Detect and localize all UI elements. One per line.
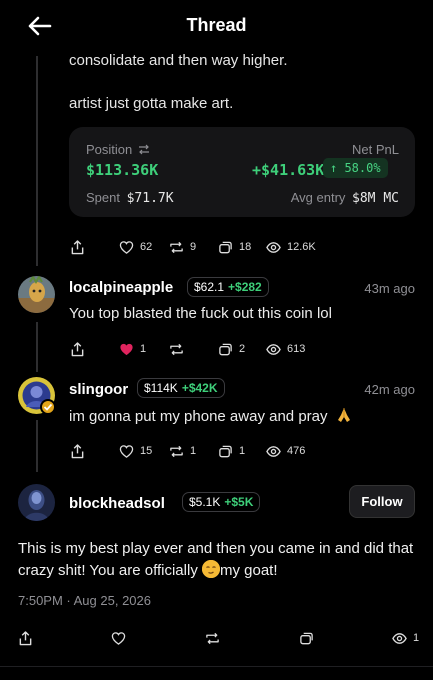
thread-line <box>36 420 38 472</box>
post-timestamp: 7:50PM · Aug 25, 2026 <box>18 593 151 608</box>
heart-icon <box>119 444 134 458</box>
views-button[interactable]: 613 <box>266 339 305 359</box>
like-count: 15 <box>140 445 153 457</box>
position-label: Position <box>86 142 150 157</box>
like-count: 62 <box>140 241 153 253</box>
share-icon <box>19 630 32 645</box>
like-button[interactable]: 15 <box>119 441 152 461</box>
view-count: 12.6K <box>287 241 316 253</box>
quote-button[interactable]: 1 <box>218 441 245 461</box>
heart-filled-icon <box>120 343 133 355</box>
post-text-line: consolidate and then way higher. <box>69 52 288 69</box>
quote-count: 18 <box>239 241 252 253</box>
position-value: $113.36K <box>86 161 159 179</box>
share-button[interactable] <box>70 237 85 257</box>
post-actions: 62 9 18 12.6K <box>69 237 415 257</box>
repost-count: 1 <box>190 445 197 457</box>
username[interactable]: localpineapple <box>69 279 173 296</box>
like-button[interactable]: 1 <box>119 339 146 359</box>
netpnl-value: +$41.63K <box>252 161 325 179</box>
view-count: 476 <box>287 445 306 457</box>
repost-icon <box>170 343 183 355</box>
position-badge[interactable]: $114K +$42K <box>137 378 225 398</box>
quote-count: 1 <box>239 445 246 457</box>
share-button[interactable] <box>70 441 85 461</box>
relieved-face-emoji-icon <box>201 560 220 578</box>
avatar[interactable] <box>18 276 55 313</box>
reply-actions: 1 2 613 <box>69 339 415 359</box>
repost-button[interactable] <box>169 339 190 359</box>
position-badge[interactable]: $5.1K +$5K <box>182 492 261 512</box>
reply-actions: 15 1 1 476 <box>69 441 415 461</box>
reply-text: im gonna put my phone away and pray <box>69 406 353 428</box>
spent-row: Spent $71.7K <box>86 190 174 206</box>
pnl-percent-badge: ↑ 58.0% <box>323 158 388 178</box>
username[interactable]: blockheadsol <box>69 495 165 512</box>
quote-button[interactable]: 18 <box>218 237 251 257</box>
like-button[interactable] <box>111 628 126 648</box>
position-badge[interactable]: $62.1 +$282 <box>187 277 269 297</box>
main-post-actions: 1 <box>0 626 433 650</box>
avg-entry-value: $8M MC <box>352 191 399 206</box>
username[interactable]: slingoor <box>69 381 128 398</box>
repost-button[interactable]: 1 <box>169 441 196 461</box>
quote-icon <box>219 445 232 457</box>
header: Thread <box>0 0 433 52</box>
avatar[interactable] <box>18 377 56 415</box>
views-button[interactable]: 476 <box>266 441 305 461</box>
quote-icon <box>219 343 232 355</box>
quote-count: 2 <box>239 343 246 355</box>
heart-icon <box>111 631 126 645</box>
views-button[interactable]: 12.6K <box>266 237 316 257</box>
share-icon <box>71 443 84 458</box>
heart-icon <box>119 240 134 254</box>
page-title: Thread <box>186 15 247 35</box>
view-count: 1 <box>413 632 420 644</box>
quote-icon <box>219 241 232 253</box>
reply-text: You top blasted the fuck out this coin l… <box>69 305 332 322</box>
praying-hands-icon <box>335 406 353 428</box>
repost-count: 9 <box>190 241 197 253</box>
quote-icon <box>300 632 313 644</box>
repost-icon <box>170 241 183 253</box>
share-icon <box>71 239 84 254</box>
share-button[interactable] <box>70 339 85 359</box>
share-icon <box>71 341 84 356</box>
thread-line <box>36 56 38 266</box>
repost-icon <box>206 632 219 644</box>
position-card[interactable]: Position Net PnL $113.36K +$41.63K ↑ 58.… <box>69 127 415 217</box>
reply-time: 43m ago <box>364 281 415 296</box>
divider <box>0 666 433 667</box>
avatar[interactable] <box>18 484 55 521</box>
quote-button[interactable]: 2 <box>218 339 245 359</box>
repost-button[interactable] <box>205 628 220 648</box>
reply-time: 42m ago <box>364 382 415 397</box>
eye-icon <box>392 632 407 644</box>
spent-value: $71.7K <box>126 191 174 206</box>
thread-line <box>36 322 38 372</box>
follow-button[interactable]: Follow <box>349 485 415 518</box>
share-button[interactable] <box>18 628 33 648</box>
like-count: 1 <box>140 343 147 355</box>
eye-icon <box>266 343 281 355</box>
like-button[interactable]: 62 <box>119 237 152 257</box>
post-text: This is my best play ever and then you c… <box>18 540 414 579</box>
repost-button[interactable]: 9 <box>169 237 196 257</box>
eye-icon <box>266 241 281 253</box>
view-count: 613 <box>287 343 306 355</box>
swap-icon[interactable] <box>138 144 150 155</box>
netpnl-label: Net PnL <box>352 142 399 157</box>
eye-icon <box>266 445 281 457</box>
views-button[interactable]: 1 <box>392 628 419 648</box>
repost-icon <box>170 445 183 457</box>
avg-entry-row: Avg entry $8M MC <box>290 190 399 206</box>
post-text-line: artist just gotta make art. <box>69 95 234 112</box>
quote-button[interactable] <box>299 628 314 648</box>
